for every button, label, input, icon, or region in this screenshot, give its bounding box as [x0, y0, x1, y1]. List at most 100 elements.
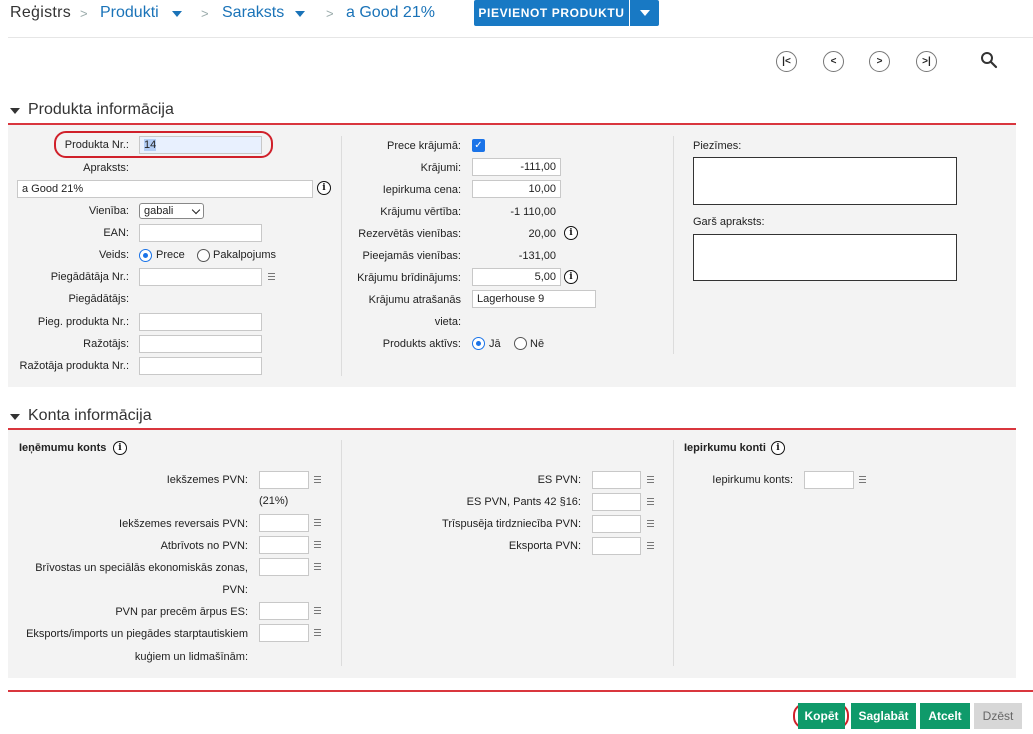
- notes-label: Piezīmes:: [693, 140, 742, 152]
- product-nr-input[interactable]: 14: [139, 136, 262, 154]
- stock-warning-input[interactable]: 5,00: [472, 268, 561, 286]
- export-import-input[interactable]: [259, 624, 309, 642]
- product-info-header[interactable]: Produkta informācija: [10, 101, 174, 119]
- chevron-down-icon[interactable]: [295, 11, 305, 17]
- info-icon[interactable]: i: [317, 181, 331, 195]
- account-info-header[interactable]: Konta informācija: [10, 407, 152, 425]
- long-description-textarea[interactable]: [693, 234, 957, 281]
- breadcrumb-separator: >: [326, 6, 334, 21]
- list-icon[interactable]: [859, 476, 866, 483]
- product-nr-label: Produkta Nr.:: [64, 139, 129, 151]
- reserved-label: Rezervētās vienības:: [358, 228, 461, 240]
- list-icon[interactable]: [647, 498, 654, 505]
- info-icon[interactable]: i: [771, 441, 785, 455]
- section-title: Konta informācija: [28, 407, 152, 424]
- active-radio-no[interactable]: [514, 337, 527, 350]
- es-vat-input[interactable]: [592, 471, 641, 489]
- breadcrumb-separator: >: [80, 6, 88, 21]
- stock-input[interactable]: -111,00: [472, 158, 561, 176]
- cancel-button[interactable]: Atcelt: [920, 703, 970, 729]
- add-product-dropdown-button[interactable]: [630, 0, 659, 26]
- available-label: Pieejamās vienības:: [362, 250, 461, 262]
- info-icon[interactable]: i: [113, 441, 127, 455]
- reserved-value: 20,00: [528, 228, 556, 240]
- list-icon[interactable]: [647, 476, 654, 483]
- list-icon[interactable]: [647, 520, 654, 527]
- prev-record-button[interactable]: <: [823, 51, 844, 72]
- ean-input[interactable]: [139, 224, 262, 242]
- next-record-button[interactable]: >: [869, 51, 890, 72]
- column-divider: [673, 440, 674, 666]
- delete-button[interactable]: Dzēst: [974, 703, 1022, 729]
- notes-textarea[interactable]: [693, 157, 957, 205]
- stock-location-input[interactable]: Lagerhouse 9: [472, 290, 596, 308]
- manufacturer-product-nr-input[interactable]: [139, 357, 262, 375]
- list-icon[interactable]: [314, 519, 321, 526]
- search-icon[interactable]: [980, 51, 998, 69]
- supplier-product-nr-input[interactable]: [139, 313, 262, 331]
- type-radio-pakalpojums[interactable]: [197, 249, 210, 262]
- list-icon[interactable]: [647, 542, 654, 549]
- divider: [8, 37, 1033, 38]
- description-label: Apraksts:: [83, 162, 129, 174]
- stock-location-value: Lagerhouse 9: [477, 293, 545, 305]
- add-product-button[interactable]: PIEVIENOT PRODUKTU: [474, 0, 629, 26]
- unit-select[interactable]: gabali: [139, 203, 204, 219]
- triangular-input[interactable]: [592, 515, 641, 533]
- save-button[interactable]: Saglabāt: [851, 703, 916, 729]
- list-icon[interactable]: [268, 273, 275, 280]
- breadcrumb-separator: >: [201, 6, 209, 21]
- last-record-button[interactable]: >|: [916, 51, 937, 72]
- manufacturer-product-nr-label: Ražotāja produkta Nr.:: [19, 360, 129, 372]
- supplier-label: Piegādātājs:: [68, 293, 129, 305]
- list-icon[interactable]: [314, 607, 321, 614]
- breadcrumb-saraksts[interactable]: Saraksts: [222, 4, 284, 22]
- es-vat-42-input[interactable]: [592, 493, 641, 511]
- info-icon[interactable]: i: [564, 270, 578, 284]
- purchase-price-input[interactable]: 10,00: [472, 180, 561, 198]
- available-value: -131,00: [518, 250, 556, 262]
- domestic-vat-input[interactable]: [259, 471, 309, 489]
- freeport-input[interactable]: [259, 558, 309, 576]
- first-record-button[interactable]: |<: [776, 51, 797, 72]
- long-description-label: Garš apraksts:: [693, 216, 765, 228]
- type-option-prece: Prece: [156, 249, 185, 261]
- collapse-icon: [10, 414, 20, 420]
- list-icon[interactable]: [314, 629, 321, 636]
- description-value: a Good 21%: [22, 183, 84, 195]
- outside-eu-label: PVN par precēm ārpus ES:: [115, 606, 248, 618]
- breadcrumb-produkti[interactable]: Produkti: [100, 4, 159, 22]
- stock-value-label: Krājumu vērtība:: [380, 206, 461, 218]
- domestic-reverse-input[interactable]: [259, 514, 309, 532]
- type-radio-prece[interactable]: [139, 249, 152, 262]
- list-icon[interactable]: [314, 476, 321, 483]
- list-icon[interactable]: [314, 563, 321, 570]
- manufacturer-input[interactable]: [139, 335, 262, 353]
- vat-exempt-input[interactable]: [259, 536, 309, 554]
- supplier-nr-input[interactable]: [139, 268, 262, 286]
- breadcrumb-root: Reģistrs: [10, 4, 72, 21]
- stock-value-amount: -1 110,00: [510, 206, 556, 218]
- es-vat-42-label: ES PVN, Pants 42 §16:: [466, 496, 581, 508]
- purchase-price-value: 10,00: [528, 183, 556, 195]
- stock-value: -111,00: [520, 161, 556, 173]
- list-icon[interactable]: [314, 541, 321, 548]
- ean-label: EAN:: [103, 227, 129, 239]
- breadcrumb-current[interactable]: a Good 21%: [346, 4, 435, 22]
- export-vat-label: Eksporta PVN:: [508, 540, 581, 552]
- in-stock-checkbox[interactable]: ✓: [472, 139, 485, 152]
- domestic-vat-rate: (21%): [259, 495, 289, 507]
- purchase-account-input[interactable]: [804, 471, 854, 489]
- column-divider: [341, 136, 342, 376]
- info-icon[interactable]: i: [564, 226, 578, 240]
- active-option-yes: Jā: [489, 338, 501, 350]
- export-vat-input[interactable]: [592, 537, 641, 555]
- description-input[interactable]: a Good 21%: [17, 180, 313, 198]
- freeport-label-cont: PVN:: [222, 584, 248, 596]
- outside-eu-input[interactable]: [259, 602, 309, 620]
- active-radio-yes[interactable]: [472, 337, 485, 350]
- copy-button[interactable]: Kopēt: [798, 703, 845, 729]
- vat-exempt-label: Atbrīvots no PVN:: [160, 540, 248, 552]
- type-label: Veids:: [99, 249, 129, 261]
- chevron-down-icon[interactable]: [172, 11, 182, 17]
